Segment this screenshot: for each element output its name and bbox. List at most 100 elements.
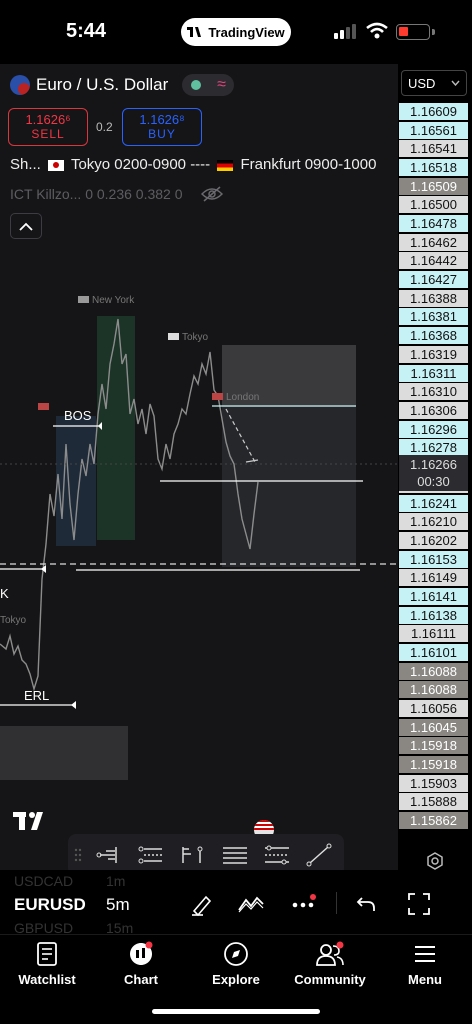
price-scale-label: 1.16381	[399, 308, 468, 325]
price-scale-label: 1.16609	[399, 103, 468, 120]
price-scale-label: 1.16149	[399, 569, 468, 586]
price-scale-label: 1.16278	[399, 439, 468, 456]
price-scale-label: 1.16141	[399, 588, 468, 605]
chevron-up-icon	[19, 222, 33, 231]
pen-icon[interactable]	[188, 890, 216, 918]
sell-label: SELL	[31, 127, 65, 141]
tradingview-logo-icon	[187, 27, 202, 37]
price-scale-label: 1.16368	[399, 327, 468, 344]
volume-profile-icon	[96, 847, 117, 863]
nav-watchlist-label: Watchlist	[18, 972, 76, 987]
compass-icon	[224, 942, 248, 966]
current-timeframe[interactable]: 5m	[106, 895, 130, 915]
sessions-indicator-name: Sh...	[10, 156, 41, 173]
price-scale-label: 1.16241	[399, 495, 468, 512]
price-scale-label: 1.16153	[399, 551, 468, 568]
nav-chart[interactable]: Chart	[94, 940, 188, 987]
drag-handle-icon[interactable]	[68, 848, 88, 862]
price-scale-label: 1.16427	[399, 271, 468, 288]
status-bar: 5:44 TradingView	[0, 0, 472, 64]
buy-button[interactable]: 1.1626⁸ BUY	[122, 108, 202, 146]
buy-price: 1.1626⁸	[139, 112, 185, 127]
ghost-timeframe-above: 1m	[106, 873, 126, 889]
undo-icon[interactable]	[352, 890, 380, 918]
battery-icon	[396, 24, 430, 40]
price-scale-label: 1.16310	[399, 383, 468, 400]
nav-menu[interactable]: Menu	[378, 940, 472, 987]
price-chart[interactable]	[0, 64, 398, 870]
symbol-name[interactable]: Euro / U.S. Dollar	[36, 75, 168, 95]
london-flag-left	[38, 402, 49, 413]
watchlist-icon	[37, 942, 57, 966]
currency-select[interactable]: USD	[401, 70, 467, 96]
wave-icon: ≈	[217, 76, 226, 93]
lines-icon	[223, 847, 247, 864]
spread-value: 0.2	[96, 120, 113, 134]
erl-arrowhead	[71, 701, 76, 709]
de-flag-icon	[217, 159, 234, 171]
indicators-icon[interactable]	[237, 890, 265, 918]
price-scale-label: 1.16210	[399, 513, 468, 530]
eye-hidden-icon[interactable]	[200, 186, 223, 202]
toolbar-divider	[336, 892, 337, 914]
nav-explore[interactable]: Explore	[189, 940, 283, 987]
price-scale-label: 1.16561	[399, 122, 468, 139]
price-scale-label: 1.15918	[399, 756, 468, 773]
new-york-session-label: New York	[78, 295, 134, 306]
nav-chart-label: Chart	[124, 972, 158, 987]
symbol-header[interactable]: Euro / U.S. Dollar ≈	[10, 74, 235, 96]
price-scale-label: 1.16478	[399, 215, 468, 232]
gray-zone-lower	[222, 407, 356, 567]
price-scale-label: 1.16319	[399, 346, 468, 363]
tokyo-session-label-left: Tokyo	[0, 615, 27, 626]
bar-countdown: 00:30	[417, 474, 450, 489]
settings-icon[interactable]	[425, 851, 445, 871]
sessions-indicator-row[interactable]: Sh... Tokyo 0200-0900 ---- Frankfurt 090…	[10, 156, 376, 173]
jp-flag-icon	[48, 159, 65, 171]
nav-watchlist[interactable]: Watchlist	[0, 940, 94, 987]
battery-tip	[432, 29, 435, 35]
price-scale-label: 1.15918	[399, 737, 468, 754]
market-open-icon	[190, 80, 201, 90]
us-flag-icon	[78, 296, 89, 303]
price-scale-label: 1.16500	[399, 196, 468, 213]
blue-zone	[56, 416, 96, 546]
price-scale-label: 1.16056	[399, 700, 468, 717]
ict-indicator-row[interactable]: ICT Killzo... 0 0.236 0.382 0	[10, 186, 223, 202]
current-symbol[interactable]: EURUSD	[14, 895, 86, 915]
ict-indicator-text: ICT Killzo... 0 0.236 0.382 0	[10, 186, 183, 202]
sell-price: 1.1626⁶	[25, 112, 71, 127]
parallel-lines-icon	[138, 846, 162, 864]
price-scale-label: 1.16306	[399, 402, 468, 419]
market-status-pill[interactable]: ≈	[182, 74, 235, 96]
current-price-value: 1.16266	[410, 457, 457, 472]
erl-label: ERL	[24, 688, 50, 703]
home-indicator	[152, 1009, 320, 1014]
wifi-icon	[366, 22, 388, 39]
price-scale-label: 1.16518	[399, 159, 468, 176]
fullscreen-icon[interactable]	[405, 890, 433, 918]
uk-flag-icon	[212, 393, 223, 400]
price-scale-label: 1.16101	[399, 644, 468, 661]
price-scale-label: 1.16462	[399, 234, 468, 251]
price-scale-label: 1.16088	[399, 663, 468, 680]
nav-community[interactable]: Community	[283, 940, 377, 987]
k-label: K	[0, 586, 9, 601]
price-scale-label: 1.16311	[399, 365, 468, 382]
status-time: 5:44	[66, 20, 107, 42]
bos-label: BOS	[64, 408, 92, 423]
green-zone	[97, 316, 135, 540]
tradingview-badge-label: TradingView	[208, 24, 285, 40]
tradingview-badge[interactable]: TradingView	[181, 18, 291, 46]
collapse-indicators-button[interactable]	[10, 213, 42, 239]
jp-flag-icon	[168, 333, 179, 340]
trend-line-icon	[306, 843, 332, 867]
price-scale-label: 1.16388	[399, 290, 468, 307]
price-scale-label: 1.16202	[399, 532, 468, 549]
fib-retracement-icon	[265, 845, 289, 865]
chart-canvas[interactable]: BOS ERL K New York Tokyo London Tokyo	[0, 64, 398, 870]
more-options-icon[interactable]	[290, 890, 318, 918]
price-scale-label: 1.16541	[399, 140, 468, 157]
sell-button[interactable]: 1.1626⁶ SELL	[8, 108, 88, 146]
ghost-symbol-above: USDCAD	[14, 873, 74, 889]
